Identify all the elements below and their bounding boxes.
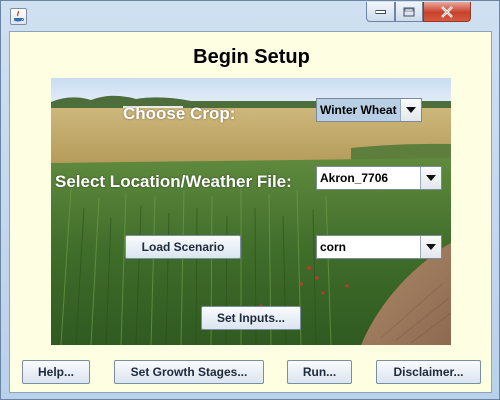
maximize-icon <box>403 7 415 16</box>
setup-panel: Begin Setup Choose Crop: Select Location… <box>9 31 492 393</box>
crop-dropdown-button[interactable] <box>400 99 421 121</box>
load-scenario-button[interactable]: Load Scenario <box>125 235 241 259</box>
chevron-down-icon <box>426 244 436 250</box>
run-button[interactable]: Run... <box>287 360 352 384</box>
chevron-down-icon <box>426 175 436 181</box>
minimize-icon <box>375 9 386 14</box>
application-window: Begin Setup Choose Crop: Select Location… <box>0 0 500 400</box>
disclaimer-button[interactable]: Disclaimer... <box>376 360 481 384</box>
location-select[interactable]: Akron_7706 <box>316 166 442 190</box>
set-inputs-button[interactable]: Set Inputs... <box>201 306 301 330</box>
close-button[interactable] <box>423 2 471 22</box>
close-icon <box>441 5 453 18</box>
minimize-button[interactable] <box>366 2 395 22</box>
scenario-select-value: corn <box>320 240 347 254</box>
title-bar[interactable] <box>1 1 499 31</box>
help-button[interactable]: Help... <box>22 360 90 384</box>
crop-select[interactable]: Winter Wheat <box>316 98 422 122</box>
location-dropdown-button[interactable] <box>420 167 441 189</box>
crop-select-value: Winter Wheat <box>320 103 397 117</box>
scenario-select[interactable]: corn <box>316 235 442 259</box>
page-title: Begin Setup <box>193 46 310 68</box>
chevron-down-icon <box>406 107 416 113</box>
location-select-value: Akron_7706 <box>320 171 389 185</box>
maximize-button[interactable] <box>395 2 423 22</box>
location-label: Select Location/Weather File: <box>55 172 292 191</box>
set-growth-stages-button[interactable]: Set Growth Stages... <box>114 360 264 384</box>
choose-crop-label: Choose Crop: <box>123 104 236 123</box>
scenario-dropdown-button[interactable] <box>420 236 441 258</box>
java-icon[interactable] <box>10 8 27 25</box>
